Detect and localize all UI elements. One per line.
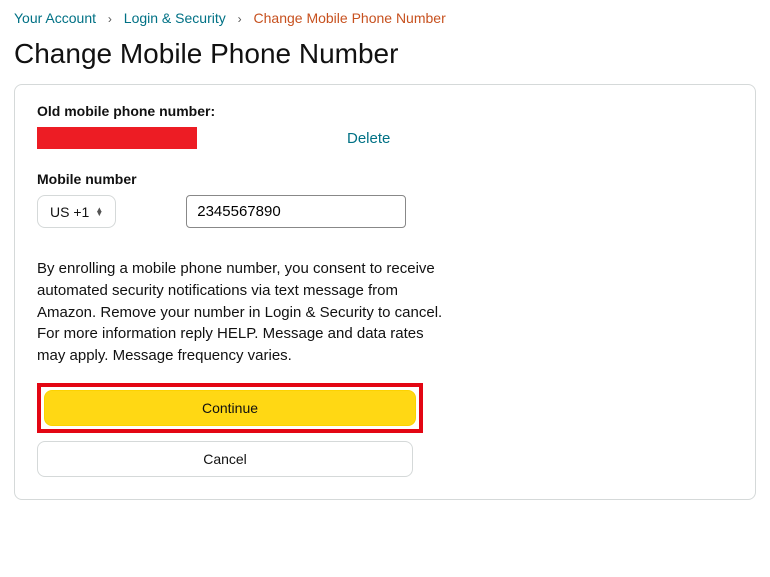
continue-button[interactable]: Continue: [44, 390, 416, 426]
breadcrumb-current: Change Mobile Phone Number: [254, 10, 446, 26]
breadcrumb: Your Account › Login & Security › Change…: [14, 10, 756, 26]
cancel-button[interactable]: Cancel: [37, 441, 413, 477]
phone-input-row: US +1 ▲▼: [37, 195, 733, 228]
change-phone-panel: Old mobile phone number: Delete Mobile n…: [14, 84, 756, 500]
breadcrumb-your-account[interactable]: Your Account: [14, 10, 96, 26]
consent-text: By enrolling a mobile phone number, you …: [37, 258, 452, 367]
dropdown-caret-icon: ▲▼: [95, 208, 103, 216]
breadcrumb-separator: ›: [108, 12, 112, 26]
continue-highlight: Continue: [37, 383, 423, 433]
breadcrumb-login-security[interactable]: Login & Security: [124, 10, 226, 26]
breadcrumb-separator: ›: [238, 12, 242, 26]
mobile-number-label: Mobile number: [37, 171, 733, 187]
phone-number-input[interactable]: [186, 195, 406, 228]
delete-link[interactable]: Delete: [347, 130, 390, 147]
country-code-value: US +1: [50, 204, 89, 220]
old-number-redacted: [37, 127, 197, 149]
old-number-label: Old mobile phone number:: [37, 103, 733, 119]
country-code-select[interactable]: US +1 ▲▼: [37, 195, 116, 228]
page-title: Change Mobile Phone Number: [14, 38, 756, 70]
old-number-row: Delete: [37, 127, 733, 149]
